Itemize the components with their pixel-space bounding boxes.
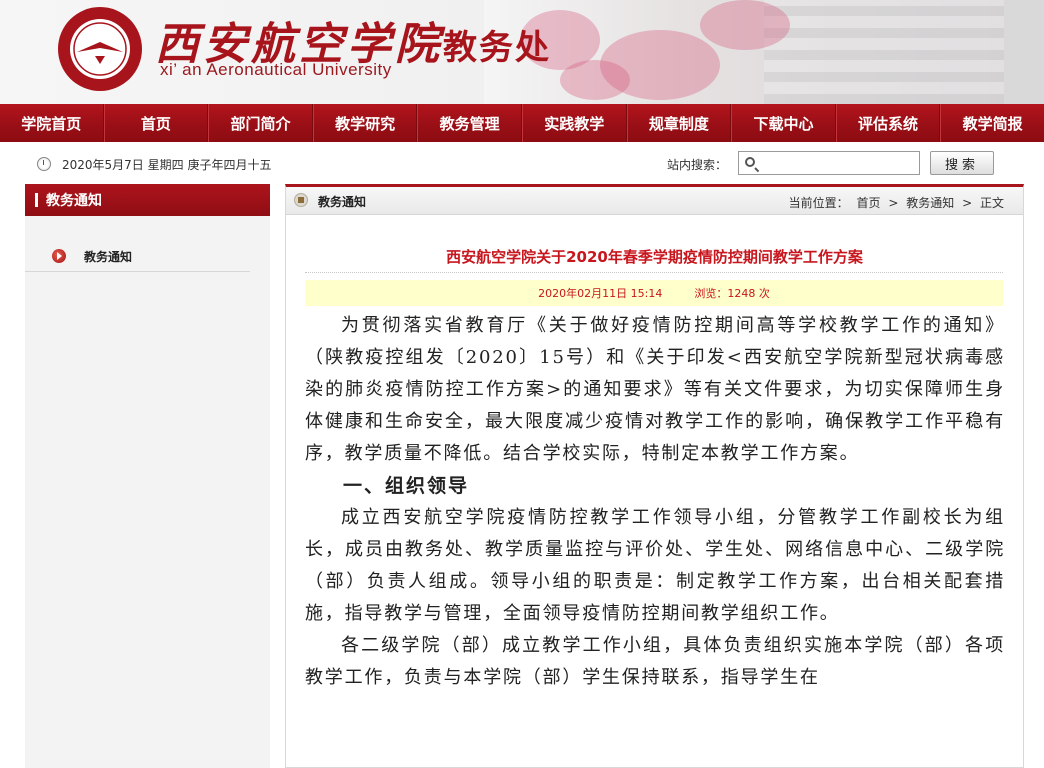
- sidebar-header-bar: [35, 193, 38, 207]
- school-name-en: xi’ an Aeronautical University: [160, 60, 392, 79]
- banner-building-edge: [1004, 0, 1044, 104]
- search-button[interactable]: 搜索: [930, 151, 994, 175]
- breadcrumb-notices[interactable]: 教务通知: [906, 196, 954, 210]
- article-body: 为贯彻落实省教育厅《关于做好疫情防控期间高等学校教学工作的通知》（陕教疫控组发〔…: [305, 310, 1005, 694]
- breadcrumb-separator: >: [888, 196, 899, 210]
- clock-icon: [37, 157, 51, 171]
- sidebar-title: 教务通知: [46, 193, 102, 209]
- play-bullet-icon: [52, 249, 66, 263]
- current-date: 2020年5月7日 星期四 庚子年四月十五: [62, 158, 272, 172]
- section-title: 教务通知: [318, 195, 367, 209]
- nav-item-home[interactable]: 首页: [103, 104, 209, 142]
- section-icon: [294, 193, 308, 207]
- banner-building: [764, 0, 1004, 104]
- blossom-decoration: [700, 0, 790, 50]
- nav-item-about[interactable]: 部门简介: [208, 104, 313, 142]
- nav-item-regulations[interactable]: 规章制度: [626, 104, 732, 142]
- nav-item-evaluation[interactable]: 评估系统: [835, 104, 941, 142]
- article-paragraph: 为贯彻落实省教育厅《关于做好疫情防控期间高等学校教学工作的通知》（陕教疫控组发〔…: [305, 315, 1005, 464]
- search-input[interactable]: [738, 151, 920, 175]
- article-heading: 一、组织领导: [343, 475, 470, 497]
- sidebar-item-notices[interactable]: 教务通知: [25, 242, 250, 272]
- sidebar-item-label: 教务通知: [84, 250, 133, 264]
- nav-item-bulletin[interactable]: 教学简报: [940, 104, 1044, 142]
- sidebar-header: 教务通知: [25, 184, 270, 216]
- nav-item-practice-teaching[interactable]: 实践教学: [521, 104, 627, 142]
- article-views: 浏览：1248 次: [694, 287, 770, 300]
- breadcrumb-prefix: 当前位置：: [788, 196, 849, 210]
- nav-item-downloads[interactable]: 下载中心: [731, 104, 836, 142]
- article-date: 2020年02月11日 15:14: [538, 287, 663, 300]
- article-paragraph: 成立西安航空学院疫情防控教学工作领导小组，分管教学工作副校长为组长，成员由教务处…: [305, 507, 1005, 624]
- breadcrumb-current: 正文: [979, 196, 1004, 210]
- blossom-decoration: [560, 60, 630, 100]
- sidebar: [25, 216, 270, 768]
- university-logo-icon[interactable]: [55, 4, 145, 94]
- department-name: 教务处: [443, 28, 551, 68]
- nav-item-college-home[interactable]: 学院首页: [0, 104, 104, 142]
- article-paragraph: 各二级学院（部）成立教学工作小组，具体负责组织实施本学院（部）各项教学工作，负责…: [305, 635, 1005, 688]
- title-divider: [305, 272, 1003, 273]
- article-meta: 2020年02月11日 15:14 浏览：1248 次: [305, 280, 1003, 306]
- main-nav: 学院首页 首页 部门简介 教学研究 教务管理 实践教学 规章制度 下载中心 评估…: [0, 104, 1044, 142]
- breadcrumb: 当前位置： 首页 > 教务通知 > 正文: [787, 194, 1006, 211]
- breadcrumb-home[interactable]: 首页: [857, 196, 881, 210]
- search-label: 站内搜索：: [667, 158, 728, 172]
- breadcrumb-separator: >: [962, 196, 973, 210]
- search-icon: [745, 157, 755, 167]
- nav-item-teaching-research[interactable]: 教学研究: [312, 104, 418, 142]
- header-banner: 西安航空学院 教务处 xi’ an Aeronautical Universit…: [0, 0, 1044, 104]
- nav-item-academic-admin[interactable]: 教务管理: [417, 104, 522, 142]
- article-title: 西安航空学院关于2020年春季学期疫情防控期间教学工作方案: [446, 248, 863, 266]
